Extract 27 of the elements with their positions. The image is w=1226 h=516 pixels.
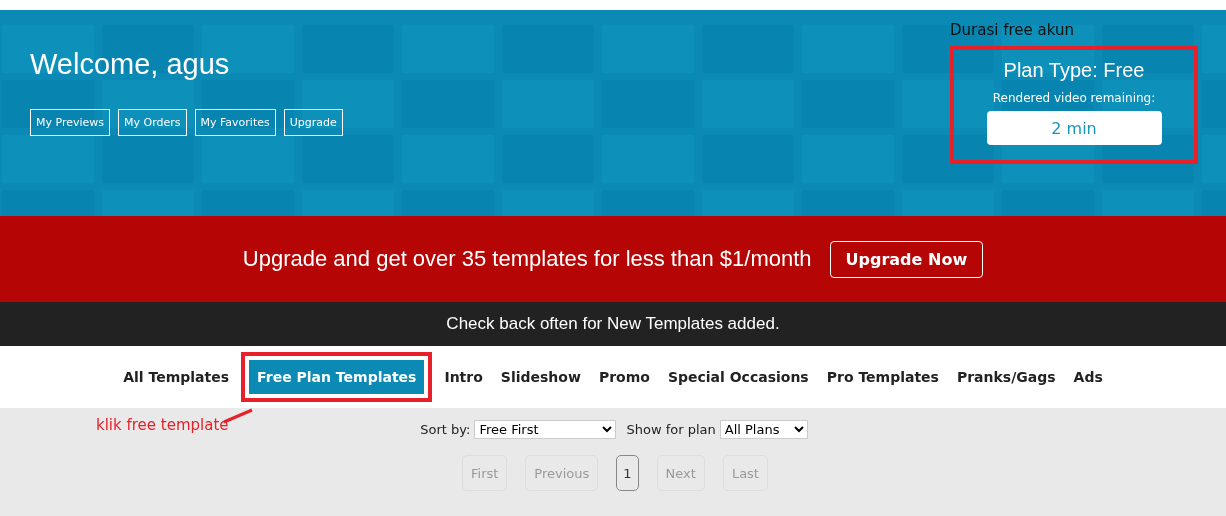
account-button[interactable]: Upgrade xyxy=(283,109,343,136)
upgrade-now-button[interactable]: Upgrade Now xyxy=(829,240,984,278)
filter-dropdown[interactable]: Free First xyxy=(474,420,617,439)
promo-text: Upgrade and get over 35 templates for less than $1/month xyxy=(242,246,812,272)
account-button[interactable]: My Previews xyxy=(30,109,111,136)
annotation-text: Durasi free akun xyxy=(950,20,1075,40)
account-button[interactable]: My Orders xyxy=(118,109,187,136)
welcome-title: Welcome, agus xyxy=(30,48,231,81)
filter-label: Show for plan xyxy=(626,422,716,437)
annotation-text: klik free template xyxy=(96,416,229,434)
notice-text: Check back often for New Templates added. xyxy=(446,314,780,334)
filter-label: Sort by: xyxy=(420,422,471,437)
category-tab[interactable]: Special Occasions xyxy=(661,362,815,392)
filter-dropdown[interactable]: All Plans xyxy=(719,420,808,439)
page-button[interactable]: 1 xyxy=(616,455,639,491)
category-tab[interactable]: All Templates xyxy=(117,362,236,392)
category-tab[interactable]: Pro Templates xyxy=(820,362,945,392)
category-tab[interactable]: Free Plan Templates xyxy=(249,360,425,394)
category-tab[interactable]: Ads xyxy=(1067,362,1109,392)
remaining-value: 2 min xyxy=(986,111,1162,145)
category-tab[interactable]: Intro xyxy=(438,362,489,392)
category-tab[interactable]: Pranks/Gags xyxy=(950,362,1062,392)
account-button[interactable]: My Favorites xyxy=(194,109,276,136)
plan-title: Plan Type: Free xyxy=(1003,59,1145,82)
category-tab[interactable]: Promo xyxy=(592,362,656,392)
category-tab[interactable]: Slideshow xyxy=(494,362,587,392)
remaining-label: Rendered video remaining: xyxy=(992,91,1156,105)
